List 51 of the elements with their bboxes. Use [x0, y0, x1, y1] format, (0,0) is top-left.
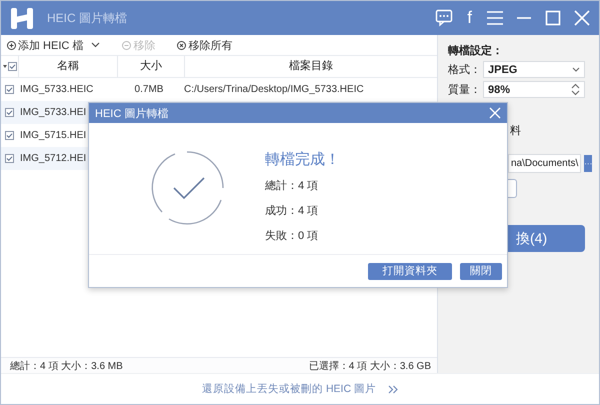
checkbox[interactable]: [8, 62, 17, 71]
result-text: 成功：4 項: [265, 204, 320, 219]
checkbox[interactable]: [5, 108, 14, 117]
table-cell: IMG_5712.HEI: [20, 153, 86, 164]
table-cell-text: 0.7MB: [134, 84, 164, 95]
dialog-button[interactable]: 打開資料夾: [368, 262, 452, 280]
output-field[interactable]: [508, 179, 517, 198]
close-icon[interactable]: [573, 9, 591, 27]
column-header[interactable]: 名稱: [18, 56, 117, 77]
minus-icon: [122, 40, 132, 50]
output-path-field[interactable]: na\Documents\: [508, 154, 582, 173]
field-label: 質量：: [448, 83, 481, 97]
checkbox[interactable]: [5, 85, 14, 94]
add-icon: [7, 40, 16, 50]
recover-link[interactable]: 還原設備上丟失或被刪的 HEIC 圖片: [202, 382, 376, 396]
menu-icon[interactable]: [486, 9, 504, 27]
checkbox[interactable]: [5, 131, 14, 140]
caret-icon: [572, 67, 580, 72]
toolbar-button[interactable]: 移除所有: [177, 38, 232, 52]
option-label: 料: [510, 124, 522, 138]
facebook-button[interactable]: f: [464, 9, 475, 27]
toolbar-button[interactable]: 添加 HEIC 檔: [7, 38, 100, 52]
dialog-title: HEIC 圖片轉檔: [95, 106, 168, 120]
result-text: 總計：4 項: [265, 178, 320, 194]
settings-title: 轉檔設定：: [448, 44, 504, 58]
success-check-icon: [149, 150, 225, 226]
result-text: 失敗：0 項: [265, 229, 320, 244]
checkbox[interactable]: [5, 154, 14, 163]
field-label: 格式：: [448, 63, 481, 77]
column-header[interactable]: 大小: [117, 56, 184, 77]
status-text: 總計：4 項 大小：3.6 MB: [10, 360, 123, 372]
table-cell: IMG_5715.HEI: [20, 130, 86, 141]
dropdown-caret-icon[interactable]: [3, 65, 7, 68]
remove-all-icon: [177, 40, 186, 50]
quality-field[interactable]: 98%: [483, 81, 585, 98]
table-cell: IMG_5733.HEIC: [20, 84, 94, 95]
table-cell-text: C:/Users/Trina/Desktop/IMG_5733.HEIC: [183, 84, 365, 95]
browse-button[interactable]: ···: [584, 155, 592, 172]
window-title: HEIC 圖片轉檔: [47, 10, 128, 26]
dialog-button[interactable]: 關閉: [460, 262, 502, 280]
status-text: 已選擇：4 項 大小：3.6 GB: [308, 360, 431, 372]
dialog-heading: 轉檔完成！: [265, 150, 340, 169]
maximize-icon[interactable]: [544, 9, 562, 27]
double-chevron-icon[interactable]: [388, 384, 398, 394]
close-icon[interactable]: [489, 107, 501, 119]
logo-icon: [9, 5, 35, 31]
format-select[interactable]: JPEG: [483, 61, 585, 78]
column-header[interactable]: 檔案目錄: [184, 56, 437, 77]
chat-icon[interactable]: [435, 9, 454, 27]
table-cell: IMG_5733.HEI: [20, 107, 86, 118]
spinner-icon[interactable]: [571, 83, 580, 96]
